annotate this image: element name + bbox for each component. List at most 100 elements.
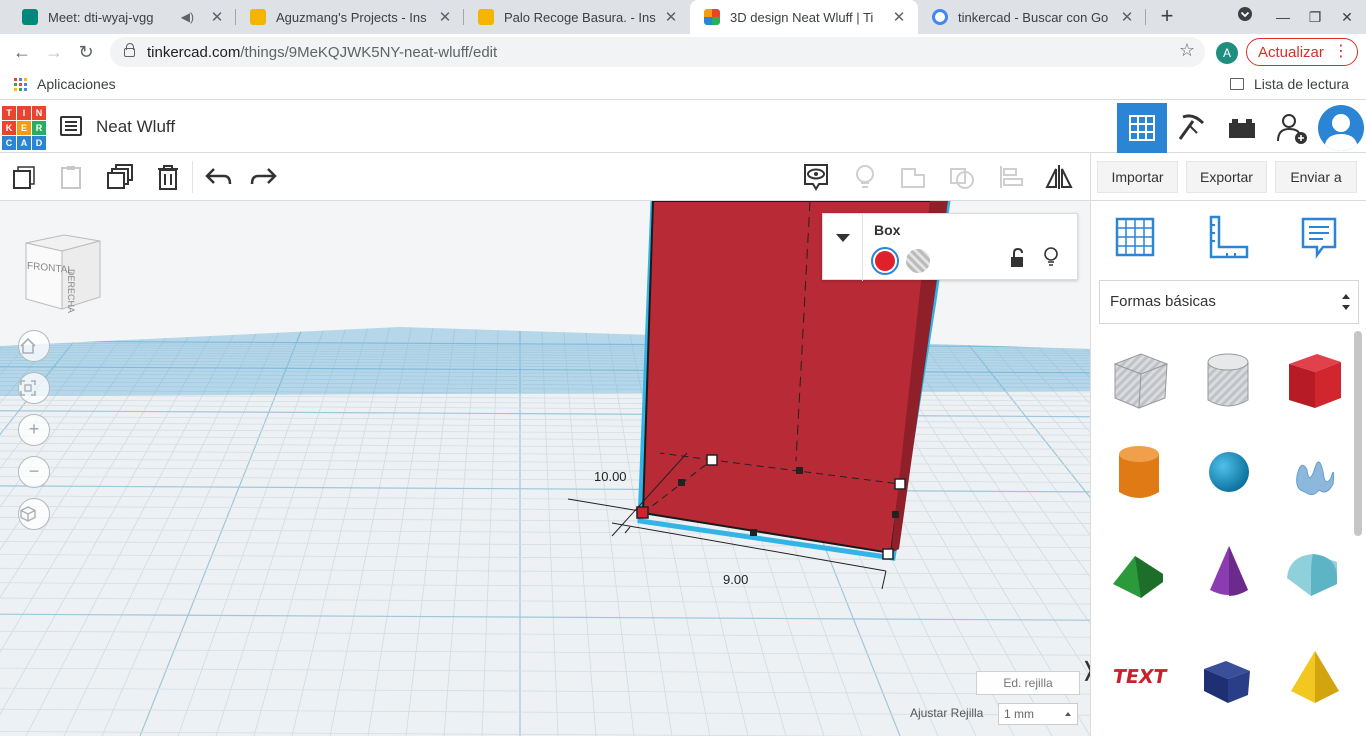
workplane-icon[interactable]: [1113, 215, 1157, 259]
tab-meet[interactable]: Meet: dti-wyaj-vgg ◀) ✕: [8, 0, 236, 34]
panel-scrollbar[interactable]: [1354, 331, 1362, 536]
workplane-viewport[interactable]: 10.00 9.00 FRONTAL DERECHA + − Box ❭ Ed.…: [0, 201, 1090, 736]
3d-design-view-button[interactable]: [1117, 103, 1167, 153]
scribble-shape[interactable]: [1279, 438, 1349, 508]
minimize-icon[interactable]: —: [1272, 6, 1294, 28]
inspector-collapse-icon[interactable]: [823, 214, 863, 281]
solid-color-swatch[interactable]: [871, 247, 899, 275]
invite-user-button[interactable]: [1267, 103, 1317, 153]
tab-title: Aguzmang's Projects - Ins: [276, 9, 427, 25]
round-roof-shape[interactable]: [1279, 538, 1349, 608]
trash-icon: [158, 165, 178, 190]
pyramid-shape[interactable]: [1279, 641, 1349, 711]
group-button[interactable]: [897, 161, 929, 193]
show-all-button[interactable]: [849, 161, 881, 193]
tab-search-icon[interactable]: [1234, 6, 1256, 28]
more-menu-icon[interactable]: ⋮: [1333, 41, 1349, 63]
reading-list-button[interactable]: Lista de lectura: [1230, 76, 1349, 92]
close-tab-icon[interactable]: ✕: [662, 8, 680, 26]
cone-shape[interactable]: [1194, 538, 1264, 608]
close-tab-icon[interactable]: ✕: [436, 8, 454, 26]
corner-handle[interactable]: [706, 454, 718, 466]
export-button[interactable]: Exportar: [1186, 161, 1267, 193]
edit-grid-button[interactable]: Ed. rejilla: [976, 671, 1080, 695]
wedge-shape[interactable]: [1194, 641, 1264, 711]
ruler-icon[interactable]: [1205, 215, 1249, 259]
url-field[interactable]: tinkercad.com/things/9MeKQJWK5NY-neat-wl…: [110, 37, 1205, 67]
minus-icon: −: [28, 461, 40, 481]
mirror-button[interactable]: [1043, 161, 1075, 193]
design-menu-icon[interactable]: [60, 116, 82, 136]
text-shape[interactable]: TEXT: [1105, 641, 1175, 711]
zoom-out-button[interactable]: −: [18, 456, 50, 488]
shape-library-select[interactable]: Formas básicas: [1099, 280, 1359, 324]
cylinder-hole-shape[interactable]: [1194, 346, 1264, 416]
copy-button[interactable]: [8, 161, 40, 193]
tab-google-search[interactable]: tinkercad - Buscar con Go ✕: [918, 0, 1146, 34]
notes-button[interactable]: [800, 161, 832, 193]
apps-grid-icon: [14, 77, 27, 91]
send-to-button[interactable]: Enviar a: [1275, 161, 1357, 193]
tab-3d-design-active[interactable]: 3D design Neat Wluff | Ti ✕: [690, 0, 918, 34]
apps-shortcut[interactable]: Aplicaciones: [14, 76, 116, 92]
speaker-icon[interactable]: ◀): [181, 10, 194, 24]
snap-grid-select[interactable]: 1 mm: [998, 703, 1078, 725]
corner-handle[interactable]: [882, 548, 894, 560]
avatar-person-icon: [1324, 114, 1358, 151]
perspective-toggle-button[interactable]: [18, 498, 50, 530]
paste-button[interactable]: [55, 161, 87, 193]
design-title[interactable]: Neat Wluff: [96, 117, 175, 137]
align-button[interactable]: [995, 161, 1027, 193]
url-text: tinkercad.com/things/9MeKQJWK5NY-neat-wl…: [147, 44, 497, 61]
bookmark-star-icon[interactable]: ☆: [1179, 40, 1195, 61]
bricks-view-button[interactable]: [1217, 103, 1267, 153]
forward-icon[interactable]: →: [42, 40, 66, 64]
corner-handle[interactable]: [894, 478, 906, 490]
notes-icon[interactable]: [1297, 215, 1341, 259]
edge-handle[interactable]: [678, 479, 685, 486]
box-hole-shape[interactable]: [1105, 346, 1175, 416]
tab-palo-recoge-basura[interactable]: Palo Recoge Basura. - Ins ✕: [464, 0, 690, 34]
edge-handle[interactable]: [796, 467, 803, 474]
new-tab-icon[interactable]: +: [1156, 5, 1178, 28]
import-button[interactable]: Importar: [1097, 161, 1178, 193]
delete-button[interactable]: [152, 161, 184, 193]
tab-aguzmang-projects[interactable]: Aguzmang's Projects - Ins ✕: [236, 0, 464, 34]
box-shape[interactable]: [1279, 346, 1349, 416]
tinkercad-logo[interactable]: TIN KER CAD: [2, 106, 46, 150]
visibility-bulb-icon[interactable]: [1043, 246, 1059, 268]
cylinder-shape[interactable]: [1105, 438, 1175, 508]
undo-button[interactable]: [202, 161, 234, 193]
blocks-view-button[interactable]: [1167, 103, 1217, 153]
corner-handle-red[interactable]: [636, 506, 649, 519]
close-tab-icon[interactable]: ✕: [1118, 8, 1136, 26]
edge-handle[interactable]: [892, 511, 899, 518]
restore-icon[interactable]: ❐: [1304, 6, 1326, 28]
edge-handle[interactable]: [750, 529, 757, 536]
home-view-button[interactable]: [18, 330, 50, 362]
edit-toolbar: [0, 153, 1090, 201]
unlock-icon[interactable]: [1009, 248, 1025, 268]
user-avatar[interactable]: [1318, 105, 1364, 151]
workplane-scene[interactable]: [0, 201, 1090, 736]
view-cube[interactable]: FRONTAL DERECHA: [20, 233, 102, 313]
close-window-icon[interactable]: ✕: [1336, 6, 1358, 28]
duplicate-button[interactable]: [104, 161, 136, 193]
close-tab-icon[interactable]: ✕: [890, 8, 908, 26]
redo-button[interactable]: [248, 161, 280, 193]
viewcube-right-label[interactable]: DERECHA: [66, 269, 76, 313]
close-tab-icon[interactable]: ✕: [208, 8, 226, 26]
zoom-in-button[interactable]: +: [18, 414, 50, 446]
roof-shape[interactable]: [1105, 538, 1175, 608]
hole-swatch[interactable]: [906, 249, 930, 273]
expand-panel-icon[interactable]: ❭: [1080, 655, 1090, 685]
width-dimension-label[interactable]: 9.00: [723, 572, 748, 587]
depth-dimension-label[interactable]: 10.00: [594, 469, 627, 484]
reload-icon[interactable]: ↻: [74, 40, 98, 64]
sphere-shape[interactable]: [1194, 438, 1264, 508]
update-browser-button[interactable]: Actualizar ⋮: [1246, 38, 1358, 66]
ungroup-button[interactable]: [946, 161, 978, 193]
fit-view-button[interactable]: [18, 372, 50, 404]
profile-avatar[interactable]: A: [1216, 42, 1238, 64]
back-icon[interactable]: ←: [10, 40, 34, 64]
